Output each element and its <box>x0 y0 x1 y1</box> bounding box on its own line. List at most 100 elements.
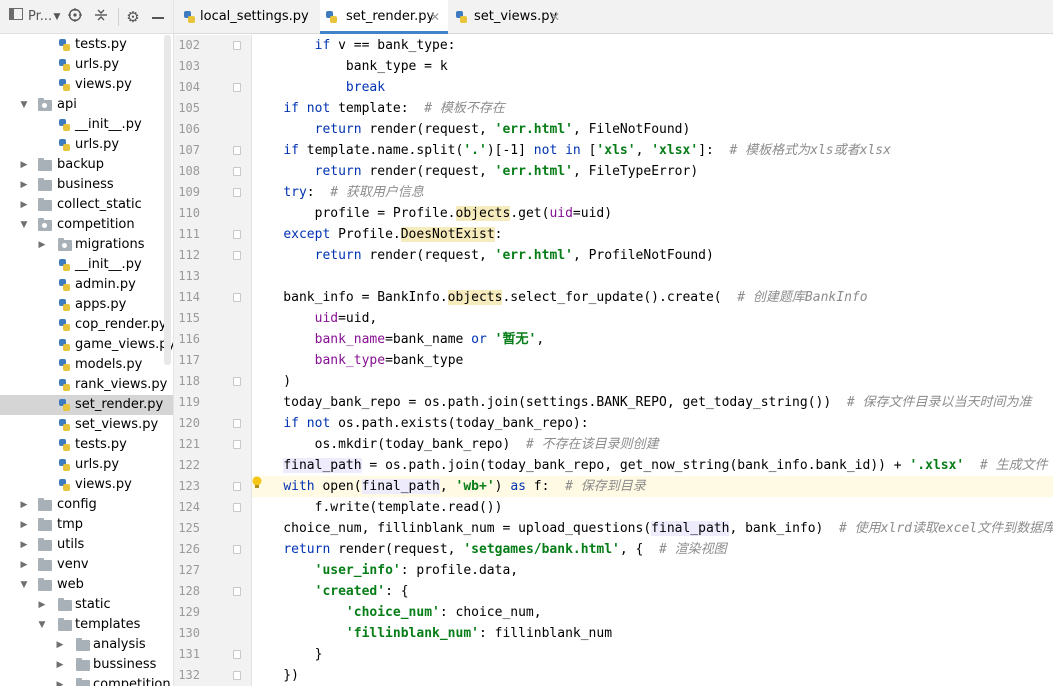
tree-item[interactable]: ▶ venv <box>0 555 173 575</box>
gear-icon[interactable]: ⚙ <box>124 8 142 26</box>
expand-arrow-icon[interactable]: ▼ <box>37 615 47 635</box>
code-line[interactable]: profile = Profile.objects.get(uid=uid) <box>252 203 1053 224</box>
project-view-icon[interactable] <box>8 8 24 26</box>
fold-marker-icon[interactable] <box>233 146 241 155</box>
editor-gutter[interactable]: 102 103 104 105 106 107 108 109 110 111 112 113 114 1… <box>174 35 252 686</box>
tree-item[interactable]: ▼ competition <box>0 215 173 235</box>
tree-item[interactable]: ▶ business <box>0 175 173 195</box>
close-tab-icon[interactable]: ✕ <box>550 0 560 34</box>
fold-marker-icon[interactable] <box>233 482 241 491</box>
collapse-arrow-icon[interactable]: ▶ <box>19 195 29 215</box>
tree-item[interactable]: ▼ api <box>0 95 173 115</box>
code-line[interactable]: except Profile.DoesNotExist: <box>252 224 1053 245</box>
code-line[interactable]: return render(request, 'err.html', FileT… <box>252 161 1053 182</box>
fold-marker-icon[interactable] <box>233 503 241 512</box>
tree-item[interactable]: ▶ migrations <box>0 235 173 255</box>
code-line[interactable]: if not os.path.exists(today_bank_repo): <box>252 413 1053 434</box>
fold-marker-icon[interactable] <box>233 293 241 302</box>
collapse-arrow-icon[interactable]: ▶ <box>37 235 47 255</box>
fold-marker-icon[interactable] <box>233 650 241 659</box>
tab-local-settings[interactable]: local_settings.py <box>180 0 318 34</box>
code-line[interactable]: bank_type=bank_type <box>252 350 1053 371</box>
tree-item[interactable]: views.py <box>0 75 173 95</box>
tree-item[interactable]: ▼ templates <box>0 615 173 635</box>
tree-item[interactable]: ▶ bussiness <box>0 655 173 675</box>
collapse-arrow-icon[interactable]: ▶ <box>55 655 65 675</box>
tree-item[interactable]: ▶ utils <box>0 535 173 555</box>
code-line[interactable]: today_bank_repo = os.path.join(settings.… <box>252 392 1053 413</box>
collapse-arrow-icon[interactable]: ▶ <box>37 595 47 615</box>
code-line[interactable]: }) <box>252 665 1053 686</box>
code-line[interactable]: try: # 获取用户信息 <box>252 182 1053 203</box>
code-line[interactable]: f.write(template.read()) <box>252 497 1053 518</box>
code-line[interactable]: return render(request, 'err.html', Profi… <box>252 245 1053 266</box>
project-title[interactable]: Pr... <box>28 8 54 26</box>
code-line[interactable]: choice_num, fillinblank_num = upload_que… <box>252 518 1053 539</box>
fold-marker-icon[interactable] <box>233 83 241 92</box>
code-line[interactable]: 'user_info': profile.data, <box>252 560 1053 581</box>
fold-marker-icon[interactable] <box>233 188 241 197</box>
tree-item[interactable]: cop_render.py <box>0 315 173 335</box>
tree-item[interactable]: set_views.py <box>0 415 173 435</box>
tree-item[interactable]: set_render.py <box>0 395 173 415</box>
fold-marker-icon[interactable] <box>233 440 241 449</box>
tree-item[interactable]: ▶ static <box>0 595 173 615</box>
tree-item[interactable]: views.py <box>0 475 173 495</box>
code-line[interactable]: bank_name=bank_name or '暂无', <box>252 329 1053 350</box>
fold-marker-icon[interactable] <box>233 545 241 554</box>
tree-item[interactable]: models.py <box>0 355 173 375</box>
tree-item[interactable]: game_views.py <box>0 335 173 355</box>
collapse-arrow-icon[interactable]: ▶ <box>19 515 29 535</box>
locate-icon[interactable] <box>66 8 84 26</box>
fold-marker-icon[interactable] <box>233 419 241 428</box>
lightbulb-icon[interactable] <box>251 476 263 490</box>
tree-item[interactable]: admin.py <box>0 275 173 295</box>
tree-item[interactable]: tests.py <box>0 35 173 55</box>
tree-item[interactable]: urls.py <box>0 55 173 75</box>
tree-item[interactable]: __init__.py <box>0 115 173 135</box>
code-line[interactable]: bank_type = k <box>252 56 1053 77</box>
fold-marker-icon[interactable] <box>233 251 241 260</box>
code-line[interactable]: return render(request, 'err.html', FileN… <box>252 119 1053 140</box>
collapse-arrow-icon[interactable]: ▶ <box>19 175 29 195</box>
tree-item[interactable]: ▶ collect_static <box>0 195 173 215</box>
code-line[interactable]: final_path = os.path.join(today_bank_rep… <box>252 455 1053 476</box>
tree-item[interactable]: tests.py <box>0 435 173 455</box>
code-editor[interactable]: if v == bank_type: bank_type = k break i… <box>252 35 1053 686</box>
collapse-all-icon[interactable] <box>92 8 110 26</box>
code-line[interactable]: } <box>252 644 1053 665</box>
code-line[interactable]: 'choice_num': choice_num, <box>252 602 1053 623</box>
tree-item[interactable]: ▶ competition <box>0 675 173 686</box>
tree-item[interactable]: ▶ config <box>0 495 173 515</box>
tree-item[interactable]: urls.py <box>0 455 173 475</box>
collapse-arrow-icon[interactable]: ▶ <box>19 555 29 575</box>
fold-marker-icon[interactable] <box>233 167 241 176</box>
dropdown-arrow-icon[interactable]: ▼ <box>52 8 62 26</box>
tab-set-render[interactable]: set_render.py ✕ <box>320 0 448 34</box>
tab-set-views[interactable]: set_views.py ✕ <box>454 0 564 34</box>
fold-marker-icon[interactable] <box>233 230 241 239</box>
code-line[interactable]: with open(final_path, 'wb+') as f: # 保存到… <box>252 476 1053 497</box>
tree-item[interactable]: rank_views.py <box>0 375 173 395</box>
tree-item[interactable]: apps.py <box>0 295 173 315</box>
tree-item[interactable]: ▶ backup <box>0 155 173 175</box>
code-line[interactable]: 'created': { <box>252 581 1053 602</box>
tree-item[interactable]: ▶ analysis <box>0 635 173 655</box>
collapse-arrow-icon[interactable]: ▶ <box>19 155 29 175</box>
code-line[interactable]: os.mkdir(today_bank_repo) # 不存在该目录则创建 <box>252 434 1053 455</box>
code-line[interactable]: bank_info = BankInfo.objects.select_for_… <box>252 287 1053 308</box>
tree-item[interactable]: urls.py <box>0 135 173 155</box>
code-line[interactable]: return render(request, 'setgames/bank.ht… <box>252 539 1053 560</box>
hide-panel-icon[interactable] <box>150 8 166 26</box>
tree-item[interactable]: __init__.py <box>0 255 173 275</box>
code-line[interactable]: if template.name.split('.')[-1] not in [… <box>252 140 1053 161</box>
fold-marker-icon[interactable] <box>233 377 241 386</box>
fold-marker-icon[interactable] <box>233 41 241 50</box>
code-line[interactable] <box>252 266 1053 287</box>
tree-item[interactable]: ▼ web <box>0 575 173 595</box>
project-scrollbar[interactable] <box>164 35 171 365</box>
collapse-arrow-icon[interactable]: ▶ <box>19 535 29 555</box>
collapse-arrow-icon[interactable]: ▶ <box>55 675 65 686</box>
fold-marker-icon[interactable] <box>233 587 241 596</box>
code-line[interactable]: if v == bank_type: <box>252 35 1053 56</box>
